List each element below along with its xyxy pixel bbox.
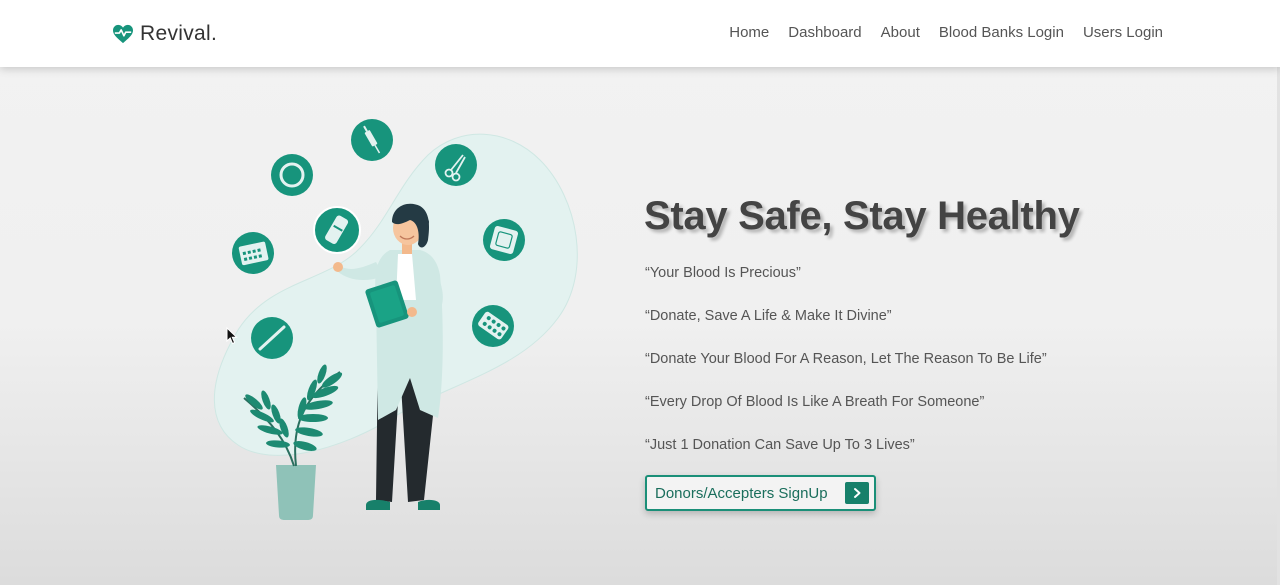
nav-home[interactable]: Home: [729, 24, 769, 41]
quote-list: “Your Blood Is Precious” “Donate, Save A…: [645, 264, 1047, 479]
brand-name: Revival.: [140, 22, 218, 45]
signup-button-label: Donors/Accepters SignUp: [655, 484, 828, 502]
top-navbar: Revival. Home Dashboard About Blood Bank…: [0, 0, 1280, 67]
bandage-icon: [483, 219, 525, 261]
pills-icon: [472, 305, 514, 347]
nav-dashboard[interactable]: Dashboard: [788, 24, 861, 41]
nav-blood-banks-login[interactable]: Blood Banks Login: [939, 24, 1064, 41]
quote-item: “Donate Your Blood For A Reason, Let The…: [645, 351, 1047, 367]
scissors-icon: [435, 144, 477, 186]
donors-signup-button[interactable]: Donors/Accepters SignUp: [645, 475, 876, 511]
quote-item: “Donate, Save A Life & Make It Divine”: [645, 308, 892, 324]
hero-title: Stay Safe, Stay Healthy: [644, 194, 1080, 238]
nav-about[interactable]: About: [881, 24, 920, 41]
quote-item: “Just 1 Donation Can Save Up To 3 Lives”: [645, 437, 915, 453]
heart-pulse-icon: [113, 24, 133, 44]
quote-item: “Your Blood Is Precious”: [645, 265, 801, 281]
mouse-cursor-icon: [226, 327, 238, 345]
calendar-icon: [232, 232, 274, 274]
brand-logo[interactable]: Revival.: [112, 21, 217, 47]
doctor-illustration: [213, 119, 578, 520]
ring-icon: [271, 154, 313, 196]
thermometer-icon: [251, 317, 293, 359]
nav-users-login[interactable]: Users Login: [1083, 24, 1163, 41]
quote-item: “Every Drop Of Blood Is Like A Breath Fo…: [645, 394, 985, 410]
vial-icon: [313, 206, 361, 254]
nav-links: Home Dashboard About Blood Banks Login U…: [729, 24, 1163, 41]
syringe-icon: [351, 119, 393, 161]
chevron-right-icon: [845, 482, 869, 504]
